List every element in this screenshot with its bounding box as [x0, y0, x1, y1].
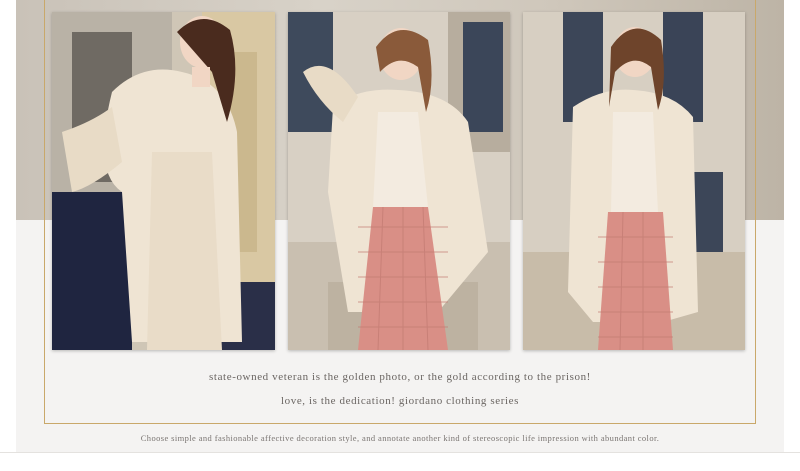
caption-line-2: love, is the dedication! giordano clothi… [280, 395, 520, 407]
model-photo-2[interactable] [288, 12, 510, 350]
model-photo-3[interactable] [523, 12, 745, 350]
caption-line-1: state-owned veteran is the golden photo,… [209, 371, 591, 383]
bottom-divider [0, 452, 800, 471]
product-detail-page: state-owned veteran is the golden photo,… [0, 0, 800, 471]
model-photo-1[interactable] [52, 12, 275, 350]
caption-line-3: Choose simple and fashionable affective … [140, 433, 660, 443]
